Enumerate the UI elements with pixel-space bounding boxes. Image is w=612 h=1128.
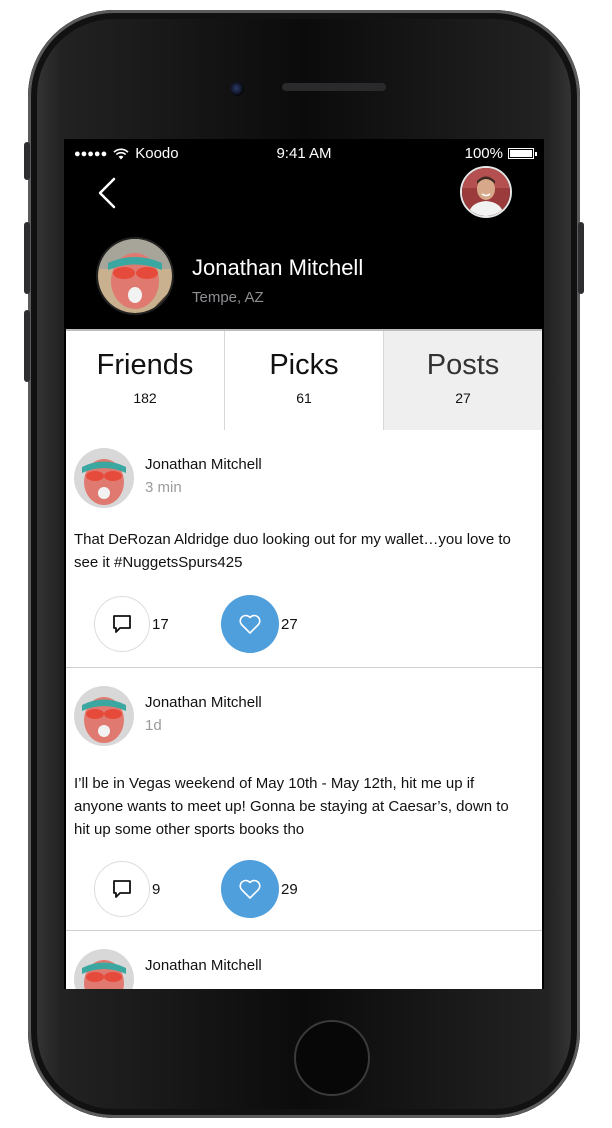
post-author-name[interactable]: Jonathan Mitchell (145, 957, 262, 974)
post-author-avatar[interactable] (74, 949, 134, 989)
battery-icon (508, 148, 537, 159)
profile-name: Jonathan Mitchell (192, 255, 364, 280)
like-action[interactable]: 27 (221, 595, 298, 653)
post-author-name[interactable]: Jonathan Mitchell (145, 456, 262, 473)
comment-icon (113, 615, 131, 633)
status-bar: ●●●●● Koodo 9:41 AM 100% (64, 139, 544, 167)
tab-friends-label: Friends (96, 349, 194, 381)
like-button[interactable] (221, 595, 279, 653)
author-photo (74, 686, 134, 746)
volume-up-button (24, 222, 30, 294)
comment-action[interactable]: 17 (94, 596, 169, 652)
front-camera (230, 82, 244, 96)
post-author-avatar[interactable] (74, 448, 134, 508)
post-timestamp: 1d (145, 717, 162, 734)
tab-friends-count: 182 (133, 390, 157, 406)
heart-icon (239, 614, 261, 634)
tab-picks[interactable]: Picks 61 (225, 331, 384, 431)
post-body: That DeRozan Aldridge duo looking out fo… (74, 531, 511, 571)
author-photo (74, 949, 134, 989)
comment-action[interactable]: 9 (94, 861, 160, 917)
volume-down-button (24, 310, 30, 382)
tab-posts[interactable]: Posts 27 (384, 331, 542, 431)
comment-count: 9 (152, 880, 161, 898)
tab-posts-count: 27 (455, 390, 471, 406)
back-button[interactable] (90, 173, 130, 213)
profile-stats-tabs: Friends 182 Picks 61 Posts 27 (66, 329, 542, 432)
app-screen: ●●●●● Koodo 9:41 AM 100% Jonathan Mitche… (64, 139, 544, 989)
post-timestamp: 3 min (145, 479, 182, 496)
like-action[interactable]: 29 (221, 860, 298, 918)
profile-avatar (96, 237, 174, 315)
tab-picks-count: 61 (296, 390, 312, 406)
author-photo (74, 448, 134, 508)
tab-picks-label: Picks (269, 349, 339, 381)
comment-button[interactable] (94, 596, 150, 652)
comment-button[interactable] (94, 861, 150, 917)
post-body: I’ll be in Vegas weekend of May 10th - M… (74, 775, 509, 838)
heart-icon (239, 879, 261, 899)
earpiece-speaker (282, 83, 386, 91)
post-item: Jonathan Mitchell 3 min That DeRozan Ald… (66, 430, 542, 668)
power-button (578, 222, 584, 294)
home-button[interactable] (294, 1020, 370, 1096)
back-chevron-icon (98, 177, 116, 209)
post-author-name[interactable]: Jonathan Mitchell (145, 694, 262, 711)
posts-feed[interactable]: Jonathan Mitchell 3 min That DeRozan Ald… (66, 430, 542, 989)
like-count: 27 (281, 615, 298, 633)
tab-posts-label: Posts (426, 349, 500, 381)
profile-photo (98, 239, 172, 313)
comment-icon (113, 880, 131, 898)
like-button[interactable] (221, 860, 279, 918)
comment-count: 17 (152, 615, 169, 633)
post-item: Jonathan Mitchell 1d I’ll be in Vegas we… (66, 668, 542, 931)
like-count: 29 (281, 880, 298, 898)
current-user-photo (462, 168, 510, 216)
profile-location: Tempe, AZ (192, 289, 264, 306)
post-item: Jonathan Mitchell (66, 931, 542, 989)
mute-switch (24, 142, 30, 180)
post-author-avatar[interactable] (74, 686, 134, 746)
battery-percent: 100% (464, 145, 503, 162)
current-user-avatar[interactable] (460, 166, 512, 218)
tab-friends[interactable]: Friends 182 (66, 331, 225, 431)
